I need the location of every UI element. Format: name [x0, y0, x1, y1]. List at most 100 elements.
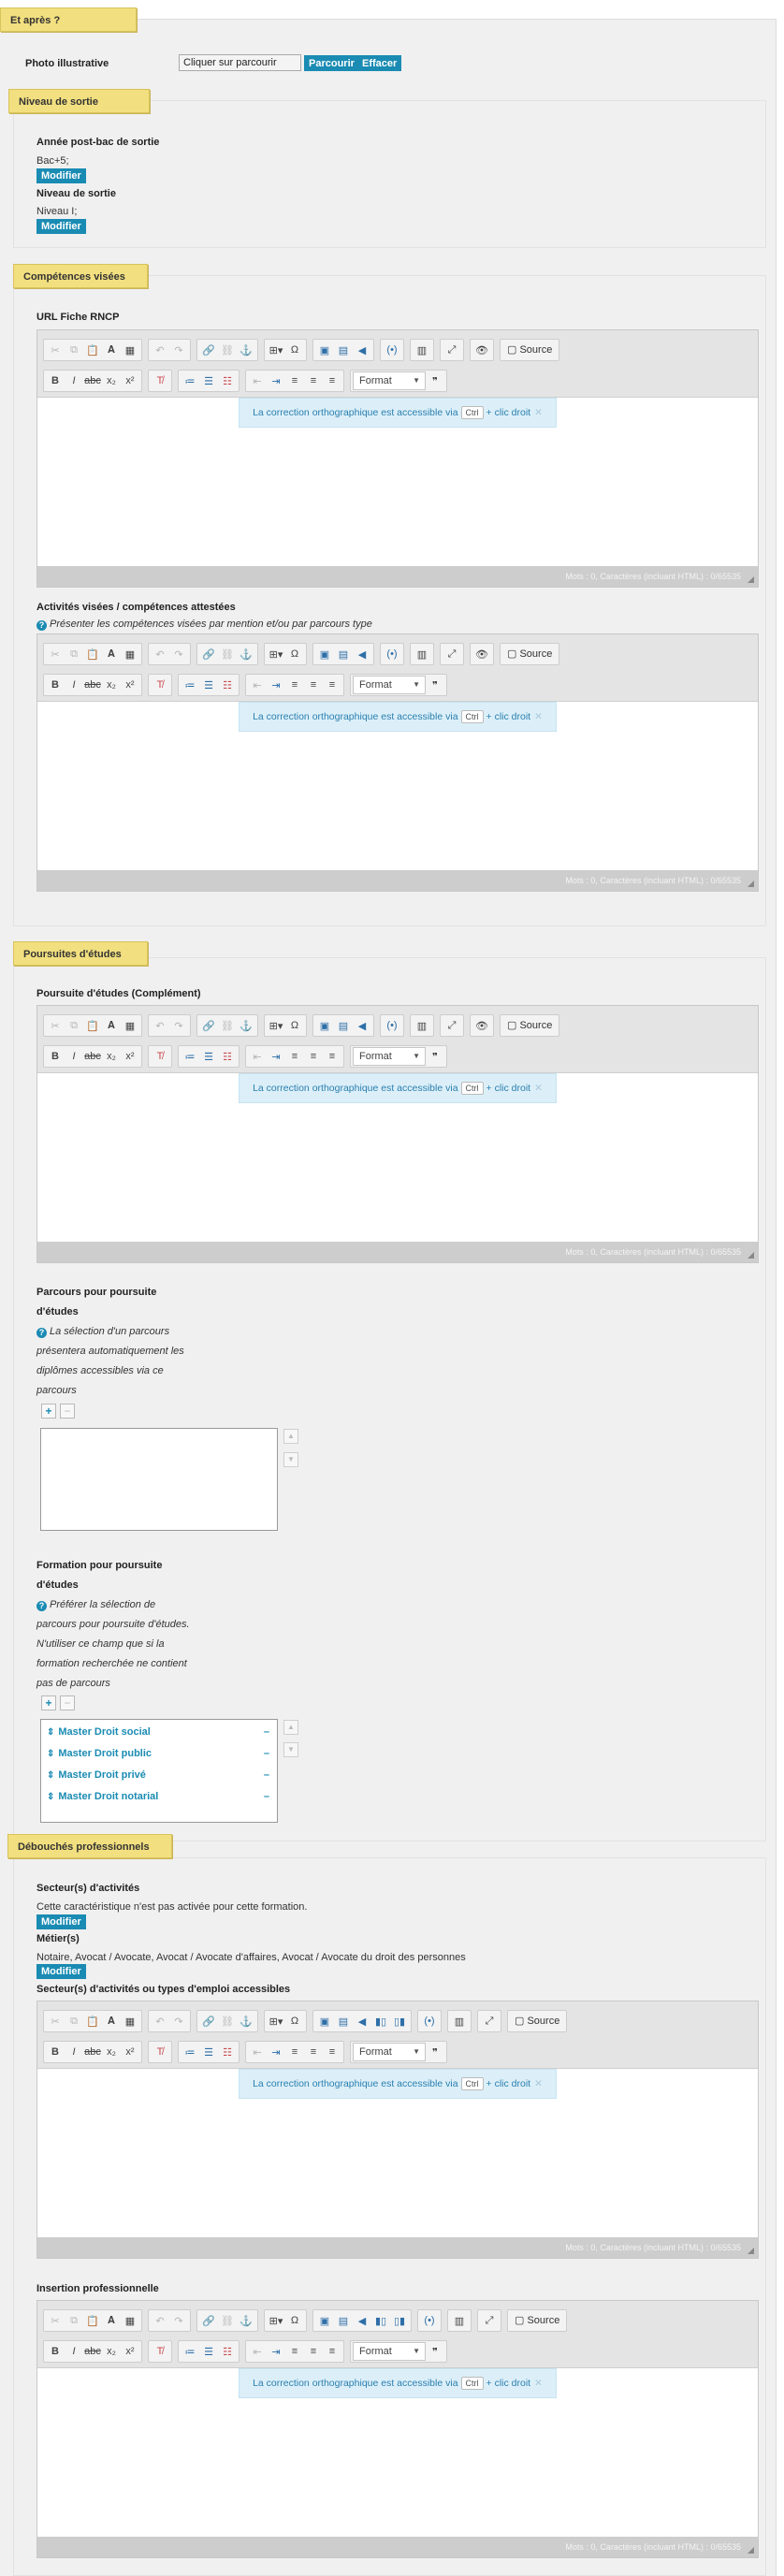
- align-right-icon[interactable]: ≡: [323, 371, 341, 390]
- link-icon[interactable]: 🔗: [199, 2311, 218, 2330]
- undo-icon[interactable]: ↶: [151, 2012, 169, 2030]
- template-icon[interactable]: ▥: [413, 341, 431, 359]
- template-icon[interactable]: ▥: [413, 1016, 431, 1035]
- anchor-icon[interactable]: ⚓: [237, 341, 255, 359]
- browse-button[interactable]: Parcourir: [304, 55, 359, 71]
- numbered-list-icon[interactable]: ≔: [181, 2043, 199, 2061]
- embed-icon[interactable]: (•): [420, 2311, 439, 2330]
- embed-icon[interactable]: (•): [420, 2012, 439, 2030]
- cut-icon[interactable]: ✂: [46, 2012, 65, 2030]
- anchor-icon[interactable]: ⚓: [237, 2311, 255, 2330]
- remove-format-icon[interactable]: T̸: [151, 371, 169, 390]
- image-icon[interactable]: ▣: [315, 2311, 334, 2330]
- format-dropdown[interactable]: Format ▼: [353, 2043, 426, 2061]
- format-dropdown[interactable]: Format ▼: [353, 1047, 426, 1066]
- numbered-list-icon[interactable]: ≔: [181, 676, 199, 694]
- bold-icon[interactable]: B: [46, 1047, 65, 1066]
- subscript-icon[interactable]: x₂: [102, 2043, 121, 2061]
- superscript-icon[interactable]: x²: [121, 2342, 139, 2361]
- editor-content-area[interactable]: La correction orthographique est accessi…: [37, 2368, 758, 2537]
- preview-icon[interactable]: 👁: [472, 341, 491, 359]
- drag-handle-icon[interactable]: ⇕: [47, 1770, 54, 1781]
- source-button[interactable]: ▢ Source: [502, 1016, 557, 1035]
- strike-icon[interactable]: abc: [83, 371, 102, 390]
- indent-icon[interactable]: ⇥: [267, 676, 285, 694]
- align-right-icon[interactable]: ≡: [323, 2043, 341, 2061]
- resize-handle-icon[interactable]: [748, 2547, 754, 2554]
- list-remove-icon[interactable]: ☷: [218, 1047, 237, 1066]
- copy-icon[interactable]: ⧉: [65, 645, 83, 663]
- align-left-icon[interactable]: ≡: [285, 2043, 304, 2061]
- drag-handle-icon[interactable]: ⇕: [47, 1792, 54, 1802]
- format-dropdown[interactable]: Format ▼: [353, 371, 426, 390]
- source-button[interactable]: ▢ Source: [502, 341, 557, 359]
- superscript-icon[interactable]: x²: [121, 371, 139, 390]
- anchor-icon[interactable]: ⚓: [237, 2012, 255, 2030]
- image-icon[interactable]: ▣: [315, 2012, 334, 2030]
- special-char-icon[interactable]: Ω: [285, 645, 304, 663]
- list-remove-icon[interactable]: ☷: [218, 371, 237, 390]
- bullet-list-icon[interactable]: ☰: [199, 371, 218, 390]
- superscript-icon[interactable]: x²: [121, 2043, 139, 2061]
- bullet-list-icon[interactable]: ☰: [199, 1047, 218, 1066]
- paste-icon[interactable]: 📋: [83, 645, 102, 663]
- add-parcours-button[interactable]: +: [41, 1404, 56, 1419]
- special-char-icon[interactable]: Ω: [285, 1016, 304, 1035]
- align-right-icon[interactable]: ≡: [323, 2342, 341, 2361]
- remove-format-icon[interactable]: T̸: [151, 2043, 169, 2061]
- audio-icon[interactable]: ◀: [353, 2012, 371, 2030]
- maximize-icon[interactable]: ⤢: [443, 341, 461, 359]
- unlink-icon[interactable]: ⛓: [218, 645, 237, 663]
- formation-move-up-button[interactable]: ▲: [283, 1720, 298, 1735]
- undo-icon[interactable]: ↶: [151, 2311, 169, 2330]
- cut-icon[interactable]: ✂: [46, 341, 65, 359]
- video-icon[interactable]: ▤: [334, 2311, 353, 2330]
- redo-icon[interactable]: ↷: [169, 645, 188, 663]
- outdent-icon[interactable]: ⇤: [248, 2342, 267, 2361]
- maximize-icon[interactable]: ⤢: [480, 2311, 499, 2330]
- list-remove-icon[interactable]: ☷: [218, 2342, 237, 2361]
- remove-item-icon[interactable]: –: [264, 1767, 269, 1783]
- resize-handle-icon[interactable]: [748, 576, 754, 583]
- bullet-list-icon[interactable]: ☰: [199, 2043, 218, 2061]
- embed-icon[interactable]: (•): [383, 1016, 401, 1035]
- italic-icon[interactable]: I: [65, 371, 83, 390]
- video-icon[interactable]: ▤: [334, 341, 353, 359]
- maximize-icon[interactable]: ⤢: [443, 645, 461, 663]
- modifier-metiers-button[interactable]: Modifier: [36, 1964, 86, 1979]
- table-icon[interactable]: ⊞▾: [267, 2012, 285, 2030]
- remove-item-icon[interactable]: –: [264, 1788, 269, 1805]
- paste-text-icon[interactable]: 𝐀: [102, 2012, 121, 2030]
- paste-word-icon[interactable]: ▦: [121, 2311, 139, 2330]
- editor-content-area[interactable]: La correction orthographique est accessi…: [37, 702, 758, 870]
- outdent-icon[interactable]: ⇤: [248, 371, 267, 390]
- paste-icon[interactable]: 📋: [83, 1016, 102, 1035]
- column-chart-icon[interactable]: ▯▮: [390, 2012, 409, 2030]
- parcours-move-up-button[interactable]: ▲: [283, 1429, 298, 1444]
- copy-icon[interactable]: ⧉: [65, 2012, 83, 2030]
- template-icon[interactable]: ▥: [413, 645, 431, 663]
- strike-icon[interactable]: abc: [83, 676, 102, 694]
- table-icon[interactable]: ⊞▾: [267, 645, 285, 663]
- paste-word-icon[interactable]: ▦: [121, 341, 139, 359]
- unlink-icon[interactable]: ⛓: [218, 2311, 237, 2330]
- align-right-icon[interactable]: ≡: [323, 676, 341, 694]
- italic-icon[interactable]: I: [65, 2342, 83, 2361]
- redo-icon[interactable]: ↷: [169, 2012, 188, 2030]
- indent-icon[interactable]: ⇥: [267, 371, 285, 390]
- align-center-icon[interactable]: ≡: [304, 2342, 323, 2361]
- source-button[interactable]: ▢ Source: [510, 2012, 564, 2030]
- column-chart-icon[interactable]: ▯▮: [390, 2311, 409, 2330]
- blockquote-icon[interactable]: ❞: [426, 2043, 444, 2061]
- indent-icon[interactable]: ⇥: [267, 2043, 285, 2061]
- paste-word-icon[interactable]: ▦: [121, 645, 139, 663]
- align-left-icon[interactable]: ≡: [285, 371, 304, 390]
- superscript-icon[interactable]: x²: [121, 676, 139, 694]
- list-item[interactable]: ⇕ Master Droit privé –: [47, 1767, 269, 1783]
- align-left-icon[interactable]: ≡: [285, 2342, 304, 2361]
- align-left-icon[interactable]: ≡: [285, 1047, 304, 1066]
- modifier-annee-button[interactable]: Modifier: [36, 168, 86, 183]
- paste-icon[interactable]: 📋: [83, 2012, 102, 2030]
- resize-handle-icon[interactable]: [748, 1252, 754, 1259]
- video-icon[interactable]: ▤: [334, 1016, 353, 1035]
